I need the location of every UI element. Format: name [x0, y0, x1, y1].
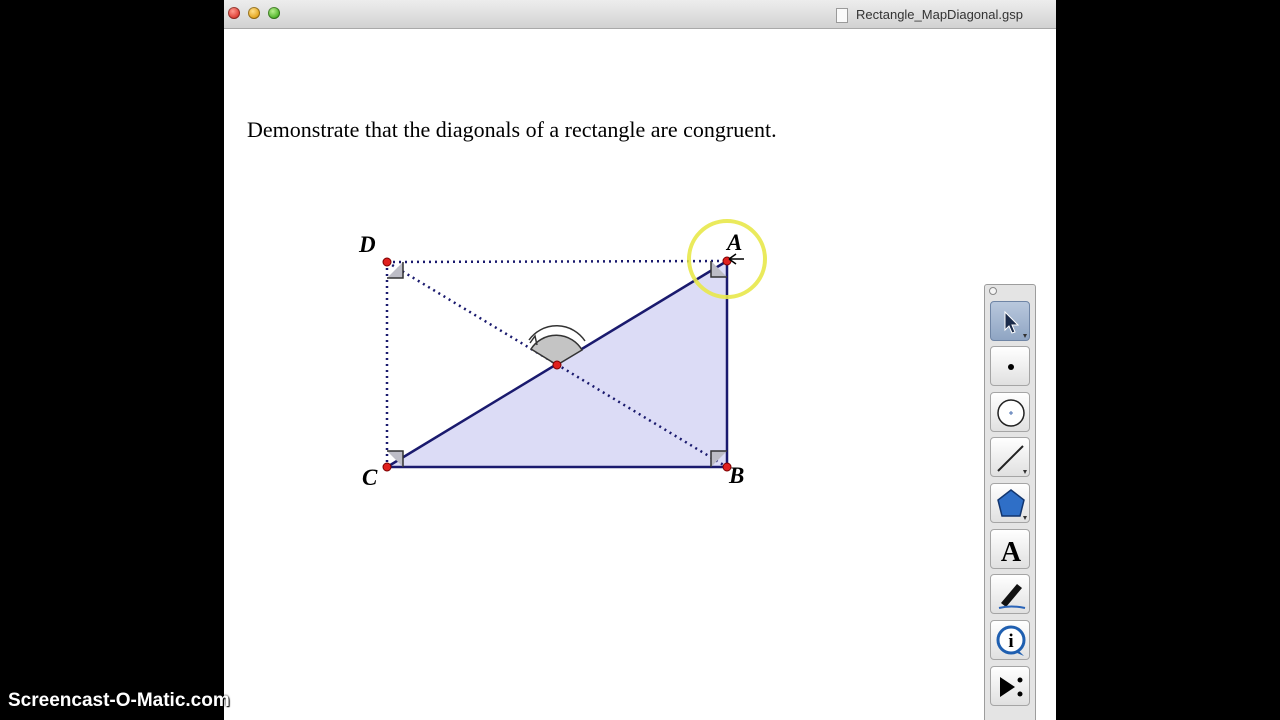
label-C[interactable]: C	[362, 465, 377, 491]
screencast-watermark: Screencast-O-Matic.com	[8, 690, 230, 711]
sketchpad-window: Rectangle_MapDiagonal.gsp Demonstrate th…	[224, 0, 1056, 720]
svg-text:i: i	[1008, 631, 1013, 652]
point-intersection[interactable]	[552, 360, 562, 370]
point-tool[interactable]	[990, 346, 1030, 386]
marker-tool[interactable]	[990, 574, 1030, 614]
information-tool[interactable]: i	[990, 620, 1030, 660]
play-more-icon	[1000, 677, 1023, 697]
text-tool[interactable]: A	[990, 529, 1030, 569]
toolbox-panel: A i	[984, 284, 1036, 720]
polygon-tool[interactable]	[990, 483, 1030, 523]
straightedge-tool[interactable]	[990, 437, 1030, 477]
label-B[interactable]: B	[729, 463, 744, 489]
geometry-sketch[interactable]	[224, 0, 1056, 720]
pentagon-icon	[997, 489, 1027, 520]
info-icon: i	[996, 625, 1026, 656]
segment-icon	[997, 445, 1027, 474]
point-D[interactable]	[382, 257, 392, 267]
arrow-icon	[1004, 310, 1027, 338]
text-A-icon: A	[1001, 537, 1022, 568]
marker-icon	[998, 584, 1026, 609]
label-A[interactable]: A	[727, 230, 742, 256]
arrow-select-tool[interactable]	[990, 301, 1030, 341]
circle-icon	[997, 399, 1025, 427]
label-D[interactable]: D	[359, 232, 376, 258]
svg-text:A: A	[1001, 537, 1022, 568]
point-C[interactable]	[382, 462, 392, 472]
toolbox-close-icon[interactable]	[989, 287, 997, 295]
point-icon	[1008, 364, 1014, 370]
segment-DA-dotted[interactable]	[386, 259, 728, 264]
custom-tool[interactable]	[990, 666, 1030, 706]
compass-tool[interactable]	[990, 392, 1030, 432]
